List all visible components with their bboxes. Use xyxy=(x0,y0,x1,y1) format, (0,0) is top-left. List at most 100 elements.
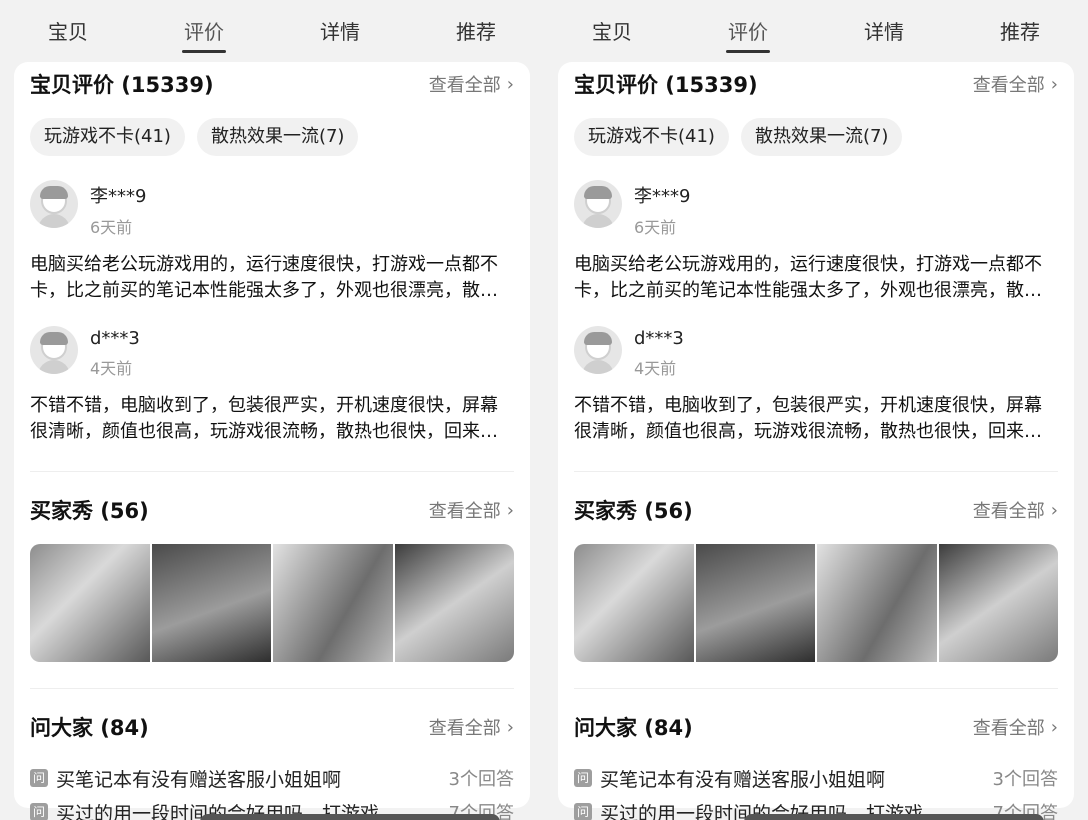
divider xyxy=(574,471,1058,472)
buyer-show-title: 买家秀 (56) xyxy=(574,499,693,523)
see-all-label: 查看全部 xyxy=(428,718,501,739)
see-all-label: 查看全部 xyxy=(972,718,1045,739)
chip-tag[interactable]: 玩游戏不卡(41) xyxy=(574,118,729,156)
qa-see-all-button[interactable]: 查看全部 › xyxy=(973,714,1058,740)
buyer-show-see-all-button[interactable]: 查看全部 › xyxy=(973,497,1058,523)
review-time: 4天前 xyxy=(634,359,677,378)
buyer-show-header: 买家秀 (56) 查看全部 › xyxy=(574,488,1058,532)
review-item[interactable]: d***3 4天前 不错不错，电脑收到了，包装很严实，开机速度很快，屏幕很清晰，… xyxy=(30,326,514,445)
chevron-right-icon: › xyxy=(506,73,514,95)
chevron-right-icon: › xyxy=(506,716,514,738)
buyer-photo[interactable] xyxy=(695,544,815,662)
review-item[interactable]: 李***9 6天前 电脑买给老公玩游戏用的，运行速度很快，打游戏一点都不卡，比之… xyxy=(574,180,1058,304)
chevron-right-icon: › xyxy=(506,499,514,521)
qa-question: 买笔记本有没有赠送客服小姐姐啊 xyxy=(600,768,886,791)
see-all-label: 查看全部 xyxy=(428,75,501,96)
qa-list: 问 买笔记本有没有赠送客服小姐姐啊 3个回答 问 买过的用一段时间的会好用吗，打… xyxy=(574,763,1058,820)
see-all-label: 查看全部 xyxy=(428,501,501,522)
buyer-photo[interactable] xyxy=(938,544,1058,662)
bottom-action-bar[interactable] xyxy=(744,814,1044,820)
review-text: 电脑买给老公玩游戏用的，运行速度很快，打游戏一点都不卡，比之前买的笔记本性能强太… xyxy=(574,254,1042,301)
avatar xyxy=(574,180,622,228)
buyer-photos-strip xyxy=(30,544,514,662)
divider xyxy=(574,688,1058,689)
buyer-photo[interactable] xyxy=(30,544,150,662)
buyer-photo[interactable] xyxy=(394,544,514,662)
avatar xyxy=(574,326,622,374)
qa-title: 问大家 (84) xyxy=(574,716,693,740)
reviews-see-all-button[interactable]: 查看全部 › xyxy=(429,71,514,97)
review-user: 李***9 6天前 xyxy=(30,180,514,238)
qa-question: 买笔记本有没有赠送客服小姐姐啊 xyxy=(56,768,342,791)
panel-right: 宝贝 评价 详情 推荐 宝贝评价 (15339) 查看全部 › 玩游戏不卡(41… xyxy=(544,0,1088,820)
content-card: 宝贝评价 (15339) 查看全部 › 玩游戏不卡(41) 散热效果一流(7) … xyxy=(14,62,530,820)
review-username: 李***9 xyxy=(90,186,147,207)
screen: 宝贝 评价 详情 推荐 宝贝评价 (15339) 查看全部 › 玩游戏不卡(41… xyxy=(0,0,1088,820)
review-text: 电脑买给老公玩游戏用的，运行速度很快，打游戏一点都不卡，比之前买的笔记本性能强太… xyxy=(30,254,498,301)
tab-details[interactable]: 详情 xyxy=(320,16,360,45)
qa-item[interactable]: 问 买笔记本有没有赠送客服小姐姐啊 3个回答 xyxy=(30,763,514,793)
chevron-right-icon: › xyxy=(1050,499,1058,521)
tab-recommend[interactable]: 推荐 xyxy=(456,16,496,45)
reviews-see-all-button[interactable]: 查看全部 › xyxy=(973,71,1058,97)
tab-product[interactable]: 宝贝 xyxy=(48,16,88,45)
review-tag-chips: 玩游戏不卡(41) 散热效果一流(7) xyxy=(574,118,1058,158)
review-time: 4天前 xyxy=(90,359,133,378)
review-text: 不错不错，电脑收到了，包装很严实，开机速度很快，屏幕很清晰，颜值也很高，玩游戏很… xyxy=(30,395,498,442)
qa-title: 问大家 (84) xyxy=(30,716,149,740)
tab-recommend[interactable]: 推荐 xyxy=(1000,16,1040,45)
review-user: 李***9 6天前 xyxy=(574,180,1058,238)
buyer-show-see-all-button[interactable]: 查看全部 › xyxy=(429,497,514,523)
panel-left: 宝贝 评价 详情 推荐 宝贝评价 (15339) 查看全部 › 玩游戏不卡(41… xyxy=(0,0,544,820)
buyer-photo[interactable] xyxy=(273,544,393,662)
review-username: d***3 xyxy=(634,328,684,349)
review-tag-chips: 玩游戏不卡(41) 散热效果一流(7) xyxy=(30,118,514,158)
tab-reviews[interactable]: 评价 xyxy=(726,16,770,53)
qa-answer-count: 3个回答 xyxy=(448,769,514,790)
buyer-show-title: 买家秀 (56) xyxy=(30,499,149,523)
chevron-right-icon: › xyxy=(1050,73,1058,95)
see-all-label: 查看全部 xyxy=(972,501,1045,522)
content-card: 宝贝评价 (15339) 查看全部 › 玩游戏不卡(41) 散热效果一流(7) … xyxy=(558,62,1074,820)
review-item[interactable]: 李***9 6天前 电脑买给老公玩游戏用的，运行速度很快，打游戏一点都不卡，比之… xyxy=(30,180,514,304)
question-icon: 问 xyxy=(574,769,592,787)
review-time: 6天前 xyxy=(634,218,677,237)
chevron-right-icon: › xyxy=(1050,716,1058,738)
qa-answer-count: 3个回答 xyxy=(992,769,1058,790)
see-all-label: 查看全部 xyxy=(972,75,1045,96)
qa-item[interactable]: 问 买笔记本有没有赠送客服小姐姐啊 3个回答 xyxy=(574,763,1058,793)
buyer-photos-strip xyxy=(574,544,1058,662)
tab-details[interactable]: 详情 xyxy=(864,16,904,45)
tab-bar: 宝贝 评价 详情 推荐 xyxy=(544,0,1088,60)
qa-header: 问大家 (84) 查看全部 › xyxy=(30,705,514,749)
review-user: d***3 4天前 xyxy=(30,326,514,379)
avatar xyxy=(30,326,78,374)
avatar xyxy=(30,180,78,228)
tab-bar: 宝贝 评价 详情 推荐 xyxy=(0,0,544,60)
divider xyxy=(30,688,514,689)
tab-reviews[interactable]: 评价 xyxy=(182,16,226,53)
review-username: d***3 xyxy=(90,328,140,349)
review-item[interactable]: d***3 4天前 不错不错，电脑收到了，包装很严实，开机速度很快，屏幕很清晰，… xyxy=(574,326,1058,445)
tab-product[interactable]: 宝贝 xyxy=(592,16,632,45)
question-icon: 问 xyxy=(574,803,592,820)
bottom-action-bar[interactable] xyxy=(200,814,500,820)
review-text: 不错不错，电脑收到了，包装很严实，开机速度很快，屏幕很清晰，颜值也很高，玩游戏很… xyxy=(574,395,1042,442)
chip-tag[interactable]: 玩游戏不卡(41) xyxy=(30,118,185,156)
divider xyxy=(30,471,514,472)
chip-tag[interactable]: 散热效果一流(7) xyxy=(740,118,903,156)
qa-list: 问 买笔记本有没有赠送客服小姐姐啊 3个回答 问 买过的用一段时间的会好用吗，打… xyxy=(30,763,514,820)
review-user: d***3 4天前 xyxy=(574,326,1058,379)
buyer-show-header: 买家秀 (56) 查看全部 › xyxy=(30,488,514,532)
reviews-header: 宝贝评价 (15339) 查看全部 › xyxy=(574,62,1058,106)
reviews-title: 宝贝评价 (15339) xyxy=(574,73,758,97)
chip-tag[interactable]: 散热效果一流(7) xyxy=(196,118,359,156)
review-time: 6天前 xyxy=(90,218,133,237)
review-username: 李***9 xyxy=(634,186,691,207)
qa-see-all-button[interactable]: 查看全部 › xyxy=(429,714,514,740)
question-icon: 问 xyxy=(30,803,48,820)
buyer-photo[interactable] xyxy=(817,544,937,662)
buyer-photo[interactable] xyxy=(151,544,271,662)
buyer-photo[interactable] xyxy=(574,544,694,662)
reviews-title: 宝贝评价 (15339) xyxy=(30,73,214,97)
